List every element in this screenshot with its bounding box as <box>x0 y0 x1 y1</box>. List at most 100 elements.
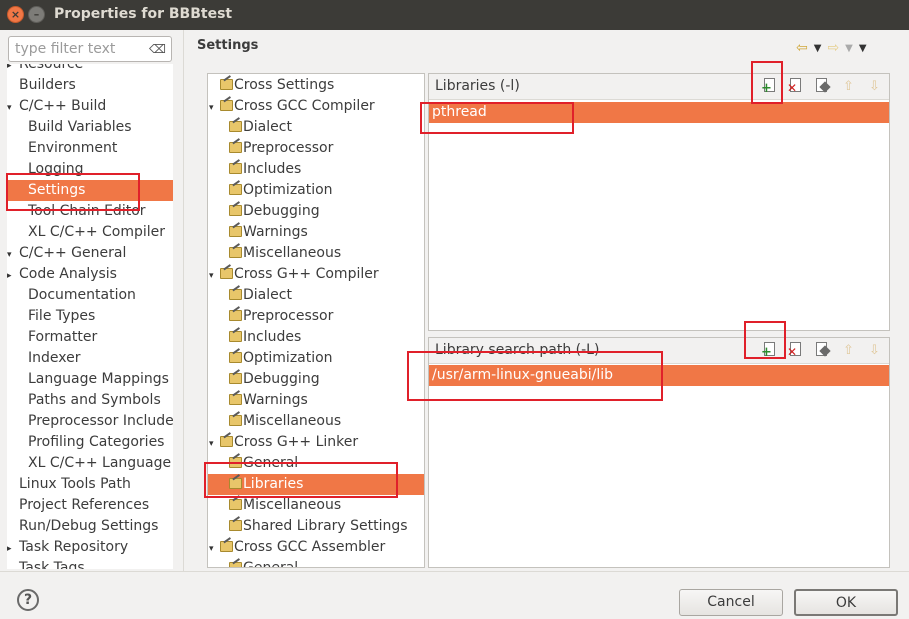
edit-library-icon[interactable] <box>813 77 831 95</box>
nav-item-label: Profiling Categories <box>28 434 165 450</box>
tool-tree-item-label: Warnings <box>243 392 308 408</box>
edit-search-path-icon[interactable] <box>813 341 831 359</box>
tool-tree-item-label: Optimization <box>243 182 333 198</box>
tool-tree-item[interactable]: Includes <box>228 327 301 348</box>
nav-item[interactable]: Preprocessor Include <box>7 411 173 432</box>
expanded-arrow-icon[interactable]: ▾ <box>7 245 19 266</box>
tool-tree-item[interactable]: Dialect <box>228 117 292 138</box>
nav-item[interactable]: ▸ Task Repository <box>7 537 128 558</box>
nav-item[interactable]: Documentation <box>7 285 136 306</box>
tool-tree-item[interactable]: Preprocessor <box>228 138 333 159</box>
nav-item[interactable]: Task Tags <box>7 558 85 569</box>
tool-tree-item[interactable]: Optimization <box>228 180 333 201</box>
tool-settings-icon <box>219 98 233 111</box>
nav-item[interactable]: Builders <box>7 75 76 96</box>
tool-tree-item[interactable]: ▾ Cross G++ Compiler <box>209 264 379 285</box>
expanded-arrow-icon[interactable]: ▾ <box>7 98 19 119</box>
nav-item[interactable]: File Types <box>7 306 95 327</box>
nav-item[interactable]: ▾ C/C++ General <box>7 243 126 264</box>
tool-tree-item-label: Includes <box>243 161 302 177</box>
tool-settings-icon <box>228 182 242 195</box>
page-navigation: ⇦ ▼ ⇨ ▼ ▼ <box>796 40 867 56</box>
nav-item-label: Formatter <box>28 329 98 345</box>
filter-input[interactable] <box>15 40 137 58</box>
nav-item[interactable]: Environment <box>7 138 117 159</box>
tool-tree-item[interactable]: Includes <box>228 159 301 180</box>
nav-item-label: C/C++ General <box>19 245 127 261</box>
forward-dropdown-icon[interactable]: ▼ <box>845 43 853 56</box>
nav-item[interactable]: Profiling Categories <box>7 432 164 453</box>
tool-tree-item[interactable]: Optimization <box>228 348 333 369</box>
move-down-search-path-icon[interactable]: ⇩ <box>865 341 883 359</box>
tool-tree-item[interactable]: Preprocessor <box>228 306 333 327</box>
tool-tree-item[interactable]: ▾ Cross G++ Linker <box>209 432 358 453</box>
nav-item[interactable]: ▾ C/C++ Build <box>7 96 106 117</box>
tool-tree-item[interactable]: Warnings <box>228 222 308 243</box>
annotation-box-add-search-path <box>744 321 786 359</box>
tool-settings-icon <box>228 287 242 300</box>
nav-item[interactable]: Formatter <box>7 327 97 348</box>
expanded-arrow-icon[interactable]: ▾ <box>209 434 219 455</box>
tool-settings-icon <box>219 539 233 552</box>
property-page-tree: ▸ Resource Builders ▾ C/C++ Build Build Varia… <box>7 64 173 569</box>
nav-item[interactable]: Paths and Symbols <box>7 390 161 411</box>
minimize-window-icon[interactable]: – <box>28 6 45 23</box>
tool-tree-item[interactable]: Debugging <box>228 369 320 390</box>
tool-settings-icon <box>219 266 233 279</box>
move-up-search-path-icon[interactable]: ⇧ <box>839 341 857 359</box>
tool-tree-item[interactable]: ▾ Cross GCC Compiler <box>209 96 375 117</box>
tool-settings-icon <box>228 413 242 426</box>
collapsed-arrow-icon[interactable]: ▸ <box>7 539 19 560</box>
collapsed-arrow-icon[interactable]: ▸ <box>7 266 19 287</box>
cancel-button[interactable]: Cancel <box>679 589 783 616</box>
tool-tree-item-label: General <box>243 560 299 568</box>
nav-item[interactable]: Build Variables <box>7 117 132 138</box>
delete-search-path-icon[interactable]: ✕ <box>787 341 805 359</box>
move-down-library-icon[interactable]: ⇩ <box>865 77 883 95</box>
nav-item-label: Task Repository <box>19 539 129 555</box>
tool-tree-item[interactable]: Cross Settings <box>209 75 334 96</box>
forward-arrow-icon[interactable]: ⇨ <box>827 40 839 56</box>
tool-tree-item[interactable]: Miscellaneous <box>228 243 341 264</box>
nav-item[interactable]: Run/Debug Settings <box>7 516 158 537</box>
clear-filter-icon[interactable]: ⌫ <box>149 42 166 56</box>
tool-settings-icon <box>228 518 242 531</box>
nav-item[interactable]: ▸ Code Analysis <box>7 264 117 285</box>
tool-tree-item[interactable]: Dialect <box>228 285 292 306</box>
delete-library-icon[interactable]: ✕ <box>787 77 805 95</box>
nav-item[interactable]: Project References <box>7 495 149 516</box>
tool-tree-item[interactable]: ▾ Cross GCC Assembler <box>209 537 385 558</box>
button-bar: ? Cancel OK <box>0 571 909 619</box>
tool-tree-item-label: Cross GCC Assembler <box>234 539 386 555</box>
expanded-arrow-icon[interactable]: ▾ <box>209 266 219 287</box>
back-arrow-icon[interactable]: ⇦ <box>796 40 808 56</box>
tool-tree-item-label: Debugging <box>243 371 320 387</box>
nav-item[interactable]: ▸ Resource <box>7 64 83 75</box>
splitter[interactable] <box>183 30 184 571</box>
close-window-icon[interactable]: × <box>7 6 24 23</box>
tool-tree-item-label: Includes <box>243 329 302 345</box>
nav-item[interactable]: Linux Tools Path <box>7 474 131 495</box>
tool-tree-item[interactable]: Miscellaneous <box>228 495 341 516</box>
nav-item-label: Indexer <box>28 350 81 366</box>
nav-item[interactable]: XL C/C++ Language O <box>7 453 173 474</box>
nav-item[interactable]: XL C/C++ Compiler <box>7 222 165 243</box>
ok-button[interactable]: OK <box>794 589 898 616</box>
nav-item[interactable]: Indexer <box>7 348 80 369</box>
tool-tree-item[interactable]: Warnings <box>228 390 308 411</box>
tool-tree-item[interactable]: General <box>228 558 299 568</box>
tool-tree-item[interactable]: Miscellaneous <box>228 411 341 432</box>
move-up-library-icon[interactable]: ⇧ <box>839 77 857 95</box>
nav-item-label: Project References <box>19 497 150 513</box>
tool-tree-item[interactable]: Shared Library Settings <box>228 516 408 537</box>
tool-tree-item-label: Cross G++ Compiler <box>234 266 379 282</box>
help-icon[interactable]: ? <box>17 589 39 611</box>
expanded-arrow-icon[interactable]: ▾ <box>209 98 219 119</box>
tool-tree-item-label: Shared Library Settings <box>243 518 408 534</box>
back-dropdown-icon[interactable]: ▼ <box>814 43 822 56</box>
tool-tree-item[interactable]: Debugging <box>228 201 320 222</box>
nav-item-label: Resource <box>19 64 84 72</box>
expanded-arrow-icon[interactable]: ▾ <box>209 539 219 560</box>
view-menu-icon[interactable]: ▼ <box>859 43 867 56</box>
nav-item[interactable]: Language Mappings <box>7 369 169 390</box>
